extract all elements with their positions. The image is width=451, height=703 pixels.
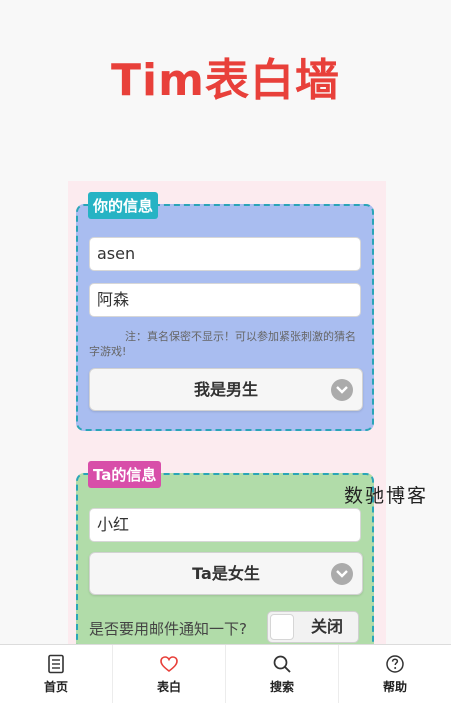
help-icon — [386, 655, 404, 673]
my-gender-select-label: 我是男生 — [193, 380, 258, 399]
nav-item-confess[interactable]: 表白 — [113, 645, 226, 703]
chevron-down-icon — [331, 563, 353, 585]
nav-item-help[interactable]: 帮助 — [339, 645, 451, 703]
email-notify-label: 是否要用邮件通知一下? — [89, 620, 247, 638]
heart-icon — [160, 656, 178, 673]
document-icon — [48, 654, 64, 674]
chevron-down-icon — [331, 379, 353, 401]
watermark-text: 数驰博客 — [344, 485, 429, 507]
nickname-input[interactable]: asen — [89, 237, 361, 271]
my-info-panel: 你的信息 asen 阿森 注：真名保密不显示！可以参加紧张刺激的猜名字游戏! 我… — [76, 192, 374, 431]
nav-item-search[interactable]: 搜索 — [226, 645, 339, 703]
ta-info-panel: Ta的信息 小红 Ta是女生 是否要用邮件通知一下? 关闭 — [76, 461, 374, 673]
bottom-navbar: 首页 表白 搜索 帮助 — [0, 644, 451, 703]
ta-gender-select[interactable]: Ta是女生 — [89, 552, 363, 595]
ta-gender-select-label: Ta是女生 — [192, 564, 260, 583]
nav-label-home: 首页 — [43, 680, 68, 694]
nav-label-confess: 表白 — [156, 680, 181, 694]
nav-label-search: 搜索 — [269, 680, 294, 694]
toggle-label: 关闭 — [310, 617, 343, 636]
nav-label-help: 帮助 — [382, 680, 407, 694]
my-info-legend: 你的信息 — [88, 192, 159, 219]
ta-name-input[interactable]: 小红 — [89, 508, 361, 542]
email-notify-toggle[interactable]: 关闭 — [267, 611, 359, 643]
search-icon — [273, 655, 291, 673]
nav-item-home[interactable]: 首页 — [0, 645, 113, 703]
real-name-note: 注：真名保密不显示！可以参加紧张刺激的猜名字游戏! — [89, 330, 356, 358]
my-gender-select[interactable]: 我是男生 — [89, 368, 363, 411]
ta-info-legend: Ta的信息 — [88, 461, 162, 488]
toggle-knob[interactable] — [270, 614, 294, 640]
page-title: Tim表白墙 — [111, 55, 340, 106]
real-name-input[interactable]: 阿森 — [89, 283, 361, 317]
